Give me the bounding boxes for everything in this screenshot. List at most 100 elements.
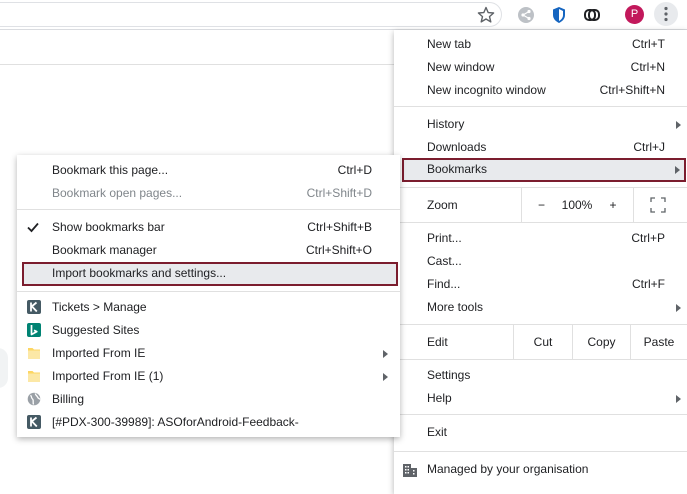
menu-item-label: New tab — [427, 37, 472, 51]
folder-icon — [28, 348, 40, 359]
menu-item-bookmarks[interactable]: Bookmarks — [402, 158, 686, 182]
browser-toolbar: P — [0, 0, 687, 30]
import-bookmarks-and-settings[interactable]: Import bookmarks and settings... — [22, 262, 398, 286]
bing-favicon-icon — [27, 323, 41, 337]
menu-separator — [17, 291, 400, 292]
menu-item-print[interactable]: Print... Ctrl+P — [394, 227, 687, 250]
share-icon[interactable] — [516, 5, 536, 25]
menu-item-history[interactable]: History — [394, 113, 687, 136]
menu-item-settings[interactable]: Settings — [394, 364, 687, 387]
submenu-arrow-icon — [675, 166, 680, 174]
fullscreen-icon — [650, 197, 666, 213]
menu-separator — [394, 106, 687, 107]
bookmark-item[interactable]: Suggested Sites — [17, 319, 400, 342]
menu-item-shortcut: Ctrl+Shift+N — [599, 83, 665, 97]
bookmark-folder[interactable]: Imported From IE — [17, 342, 400, 365]
menu-item-new-window[interactable]: New window Ctrl+N — [394, 56, 687, 79]
menu-item-downloads[interactable]: Downloads Ctrl+J — [394, 136, 687, 159]
menu-item-label: Bookmarks — [427, 162, 488, 176]
menu-item-label: Managed by your organisation — [427, 462, 589, 476]
menu-item-label: Show bookmarks bar — [52, 220, 165, 234]
edit-label: Edit — [427, 335, 448, 349]
bookmark-item[interactable]: Billing — [17, 388, 400, 411]
bookmark-open-pages[interactable]: Bookmark open pages... Ctrl+Shift+D — [17, 182, 400, 205]
zoom-level: 100% — [561, 198, 593, 212]
k-favicon-icon — [27, 300, 41, 314]
menu-item-label: [#PDX-300-39989]: ASOforAndroid-Feedback… — [52, 415, 299, 429]
star-icon[interactable] — [476, 5, 496, 25]
menu-item-label: Find... — [427, 277, 461, 291]
chrome-main-menu: New tab Ctrl+T New window Ctrl+N New inc… — [394, 30, 687, 494]
folder-icon — [28, 371, 40, 382]
page-side-control[interactable] — [0, 348, 8, 388]
submenu-arrow-icon — [676, 121, 681, 129]
bookmark-item[interactable]: Tickets > Manage — [17, 296, 400, 319]
bookmark-folder[interactable]: Imported From IE (1) — [17, 365, 400, 388]
menu-item-label: Import bookmarks and settings... — [52, 266, 227, 280]
submenu-arrow-icon — [676, 395, 681, 403]
menu-item-find[interactable]: Find... Ctrl+F — [394, 273, 687, 296]
paste-button[interactable]: Paste — [630, 325, 687, 359]
menu-item-label: History — [427, 117, 465, 131]
menu-separator — [394, 222, 687, 223]
show-bookmarks-bar[interactable]: Show bookmarks bar Ctrl+Shift+B — [17, 216, 400, 239]
menu-item-shortcut: Ctrl+D — [337, 163, 372, 177]
menu-item-managed[interactable]: Managed by your organisation — [394, 458, 687, 481]
menu-item-label: More tools — [427, 300, 484, 314]
menu-item-new-incognito-window[interactable]: New incognito window Ctrl+Shift+N — [394, 79, 687, 102]
menu-item-label: New window — [427, 60, 495, 74]
menu-item-shortcut: Ctrl+F — [632, 277, 665, 291]
zoom-in-button[interactable]: + — [593, 188, 633, 222]
menu-item-label: Tickets > Manage — [52, 300, 147, 314]
menu-item-label: Bookmark open pages... — [52, 186, 183, 200]
zoom-out-button[interactable]: − — [521, 188, 561, 222]
page-divider — [0, 64, 394, 65]
submenu-arrow-icon — [383, 350, 388, 358]
submenu-arrow-icon — [676, 304, 681, 312]
menu-separator — [394, 451, 687, 452]
shield-extension-icon[interactable] — [549, 5, 569, 25]
menu-item-label: Billing — [52, 392, 85, 406]
menu-item-exit[interactable]: Exit — [394, 421, 687, 444]
menu-separator — [17, 209, 400, 210]
bookmark-item[interactable]: [#PDX-300-39989]: ASOforAndroid-Feedback… — [17, 411, 400, 434]
checkmark-icon — [27, 222, 39, 233]
menu-item-label: Downloads — [427, 140, 487, 154]
cut-button[interactable]: Cut — [513, 325, 572, 359]
menu-item-label: Help — [427, 391, 452, 405]
menu-item-label: Exit — [427, 425, 448, 439]
edit-row: Edit Cut Copy Paste — [394, 325, 687, 359]
menu-item-label: Suggested Sites — [52, 323, 140, 337]
menu-item-label: Bookmark manager — [52, 243, 157, 257]
menu-item-label: Print... — [427, 231, 462, 245]
menu-item-label: Bookmark this page... — [52, 163, 169, 177]
chrome-menu-button[interactable] — [654, 2, 678, 26]
menu-item-shortcut: Ctrl+Shift+D — [306, 186, 372, 200]
profile-avatar[interactable]: P — [625, 5, 644, 24]
building-icon — [403, 464, 417, 477]
bookmark-this-page[interactable]: Bookmark this page... Ctrl+D — [17, 159, 400, 182]
menu-item-shortcut: Ctrl+N — [630, 60, 665, 74]
menu-item-cast[interactable]: Cast... — [394, 250, 687, 273]
menu-separator — [394, 359, 687, 360]
link-extension-icon[interactable] — [582, 5, 602, 25]
bookmarks-submenu: Bookmark this page... Ctrl+D Bookmark op… — [17, 155, 400, 437]
copy-button[interactable]: Copy — [572, 325, 630, 359]
more-vert-icon — [664, 6, 668, 22]
menu-item-label: Imported From IE (1) — [52, 369, 164, 383]
menu-item-shortcut: Ctrl+Shift+B — [307, 220, 372, 234]
menu-item-new-tab[interactable]: New tab Ctrl+T — [394, 33, 687, 56]
fullscreen-button[interactable] — [633, 188, 687, 222]
menu-item-shortcut: Ctrl+P — [631, 231, 665, 245]
menu-item-label: Imported From IE — [52, 346, 146, 360]
zoom-label: Zoom — [427, 198, 458, 212]
menu-item-label: Cast... — [427, 254, 462, 268]
menu-item-shortcut: Ctrl+J — [633, 140, 665, 154]
submenu-arrow-icon — [383, 373, 388, 381]
address-bar[interactable] — [0, 2, 502, 27]
bookmark-manager[interactable]: Bookmark manager Ctrl+Shift+O — [17, 239, 400, 262]
menu-item-help[interactable]: Help — [394, 387, 687, 410]
k-favicon-icon — [27, 415, 41, 429]
menu-item-label: New incognito window — [427, 83, 546, 97]
menu-item-more-tools[interactable]: More tools — [394, 296, 687, 319]
